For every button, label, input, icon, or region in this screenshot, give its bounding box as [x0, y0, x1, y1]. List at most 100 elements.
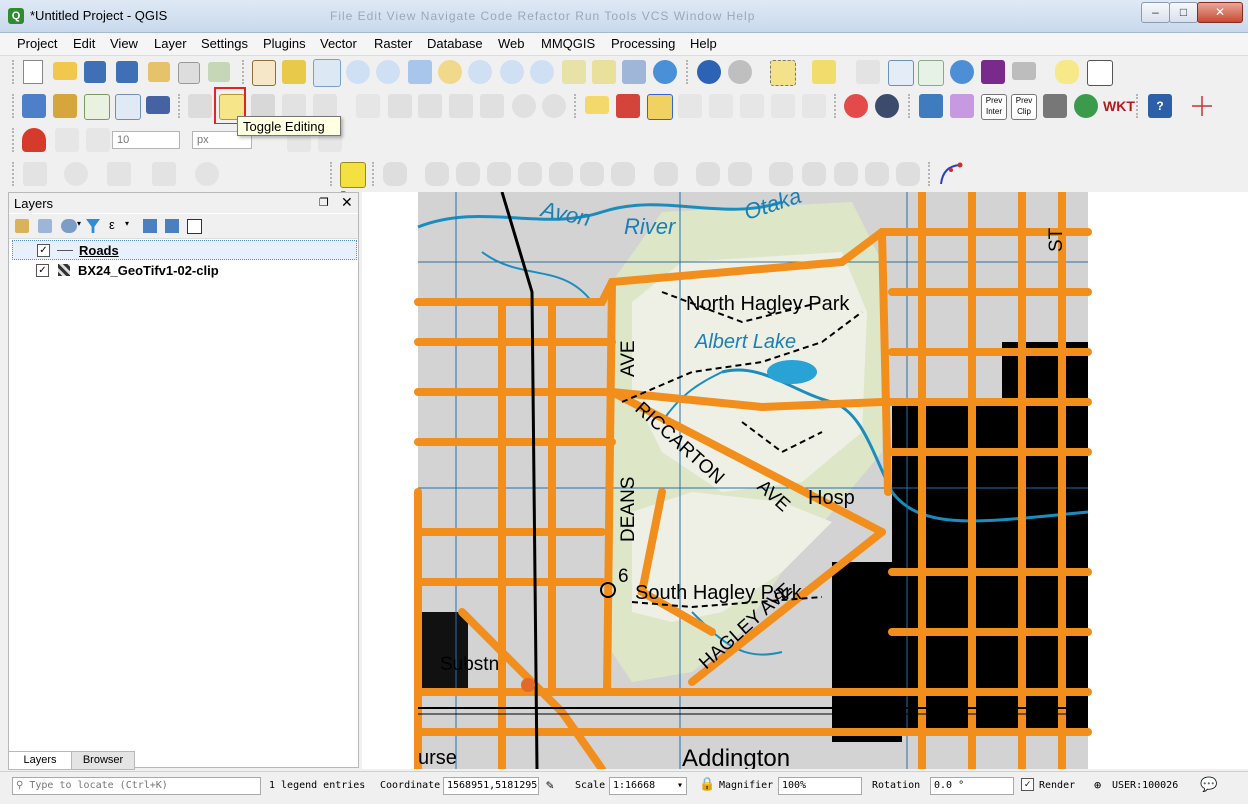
- snapping-tolerance-input[interactable]: 10: [112, 131, 180, 149]
- snap-to-vertex-icon[interactable]: [55, 128, 79, 152]
- toolbar-grip[interactable]: [178, 94, 184, 118]
- current-edits-icon[interactable]: [188, 94, 212, 118]
- manage-map-themes-eye-icon[interactable]: [61, 219, 77, 233]
- minimize-button[interactable]: ‒: [1141, 2, 1170, 23]
- crs-text[interactable]: USER:100026: [1112, 780, 1178, 791]
- python-console-icon[interactable]: [919, 94, 943, 118]
- layer-labeling-icon[interactable]: [585, 96, 609, 114]
- toggle-extents-icon[interactable]: ✎: [546, 778, 554, 793]
- tab-browser[interactable]: Browser: [71, 751, 135, 770]
- collapse-all-icon[interactable]: [165, 219, 179, 233]
- new-virtual-layer-icon[interactable]: [146, 96, 170, 114]
- scale-select[interactable]: 1:16668 ▾: [609, 777, 687, 795]
- new-print-layout-icon[interactable]: [148, 62, 170, 82]
- show-bookmarks-icon[interactable]: [622, 60, 646, 84]
- render-checkbox[interactable]: ✓: [1021, 778, 1034, 791]
- offset-point-icon[interactable]: [728, 162, 752, 186]
- tab-layers[interactable]: Layers: [8, 751, 72, 770]
- expand-all-icon[interactable]: [143, 219, 157, 233]
- zoom-to-layer-icon[interactable]: [468, 60, 492, 84]
- simplify-feature-icon[interactable]: [107, 162, 131, 186]
- split-parts-icon[interactable]: [456, 162, 480, 186]
- rotation-spinbox[interactable]: 0.0 °: [930, 777, 1014, 795]
- data-source-manager-icon[interactable]: [53, 94, 77, 118]
- menu-edit[interactable]: Edit: [73, 36, 95, 51]
- toolbar-grip[interactable]: [12, 162, 18, 186]
- toolbar-grip[interactable]: [574, 94, 580, 118]
- map-tips-icon[interactable]: [1055, 60, 1079, 84]
- layer-row-raster[interactable]: ✓ BX24_GeoTifv1-02-clip: [12, 261, 357, 281]
- filter-legend-funnel-icon[interactable]: [86, 219, 100, 233]
- vertex-editor-icon[interactable]: [865, 162, 889, 186]
- measure-line-icon[interactable]: [1012, 62, 1036, 80]
- reshape-features-icon[interactable]: [152, 162, 176, 186]
- new-project-icon[interactable]: [23, 60, 43, 84]
- menu-database[interactable]: Database: [427, 36, 483, 51]
- close-panel-icon[interactable]: ✕: [341, 194, 353, 211]
- layer-row-roads[interactable]: ✓ Roads: [12, 240, 357, 260]
- add-layer-icon[interactable]: [22, 94, 46, 118]
- menu-processing[interactable]: Processing: [611, 36, 675, 51]
- menu-mmqgis[interactable]: MMQGIS: [541, 36, 595, 51]
- menu-web[interactable]: Web: [498, 36, 525, 51]
- layer-visibility-checkbox[interactable]: ✓: [36, 264, 49, 277]
- snapping-magnet-icon[interactable]: [22, 128, 46, 152]
- menu-view[interactable]: View: [110, 36, 138, 51]
- bezier-curve-icon[interactable]: [938, 161, 963, 185]
- identify-icon[interactable]: [697, 60, 721, 84]
- help-icon[interactable]: ?: [1148, 94, 1172, 118]
- menu-settings[interactable]: Settings: [201, 36, 248, 51]
- coordinate-input[interactable]: 1568951,5181295: [443, 777, 539, 795]
- undo-icon[interactable]: [512, 94, 536, 118]
- field-calculator-icon[interactable]: [918, 60, 944, 86]
- statistics-sum-icon[interactable]: [981, 60, 1005, 84]
- pan-to-selection-icon[interactable]: [282, 60, 306, 84]
- new-spatialite-layer-icon[interactable]: [115, 94, 141, 120]
- save-as-icon[interactable]: [116, 61, 138, 83]
- plugin-icon[interactable]: [950, 94, 974, 118]
- zoom-next-icon[interactable]: [530, 60, 554, 84]
- open-project-icon[interactable]: [53, 62, 77, 80]
- add-ring-icon[interactable]: [23, 162, 47, 186]
- wkt-button[interactable]: WKT: [1103, 94, 1135, 118]
- filter-by-expression-icon[interactable]: ε: [109, 217, 115, 232]
- rotate-feature-icon[interactable]: [195, 162, 219, 186]
- maximize-button[interactable]: □: [1169, 2, 1198, 23]
- refresh-plugins-icon[interactable]: [1074, 94, 1098, 118]
- offset-curve-icon[interactable]: [383, 162, 407, 186]
- toolbar-grip[interactable]: [834, 94, 840, 118]
- crs-globe-icon[interactable]: ⊕: [1094, 778, 1101, 792]
- delete-part-icon[interactable]: [580, 162, 604, 186]
- vertex-tool-icon[interactable]: [313, 94, 337, 118]
- style-manager-icon[interactable]: [208, 62, 230, 82]
- menu-vector[interactable]: Vector: [320, 36, 357, 51]
- attribute-table-icon[interactable]: [888, 60, 914, 86]
- prev-clip-button[interactable]: Prev Clip: [1011, 94, 1037, 120]
- zoom-to-selection-icon[interactable]: [438, 60, 462, 84]
- ruler-icon[interactable]: [896, 162, 920, 186]
- chevron-down-icon[interactable]: ▾: [125, 219, 129, 228]
- menu-help[interactable]: Help: [690, 36, 717, 51]
- toolbar-grip[interactable]: [908, 94, 914, 118]
- select-features-icon[interactable]: [770, 60, 796, 86]
- map-canvas[interactable]: Avon River Otaka North Hagley Park Alber…: [362, 192, 1248, 769]
- deselect-all-icon[interactable]: [856, 60, 880, 84]
- locator-search-input[interactable]: ⚲ Type to locate (Ctrl+K): [12, 777, 261, 795]
- toolbar-grip[interactable]: [330, 162, 336, 186]
- change-label-icon[interactable]: [802, 94, 826, 118]
- add-feature-icon[interactable]: [282, 94, 306, 118]
- layer-visibility-checkbox[interactable]: ✓: [37, 244, 50, 257]
- pin-labels-icon[interactable]: [678, 94, 702, 118]
- save-layer-edits-icon[interactable]: [251, 94, 275, 118]
- zoom-out-icon[interactable]: [346, 60, 370, 84]
- fill-ring-icon[interactable]: [611, 162, 635, 186]
- merge-attributes-icon[interactable]: [518, 162, 542, 186]
- zoom-last-icon[interactable]: [500, 60, 524, 84]
- refresh-icon[interactable]: [653, 60, 677, 84]
- new-shapefile-layer-icon[interactable]: [84, 94, 110, 120]
- copy-features-icon[interactable]: [449, 94, 473, 118]
- run-feature-action-icon[interactable]: [728, 60, 752, 84]
- paste-features-icon[interactable]: [480, 94, 504, 118]
- toolbar-grip[interactable]: [12, 94, 18, 118]
- remove-layer-icon[interactable]: [187, 219, 202, 234]
